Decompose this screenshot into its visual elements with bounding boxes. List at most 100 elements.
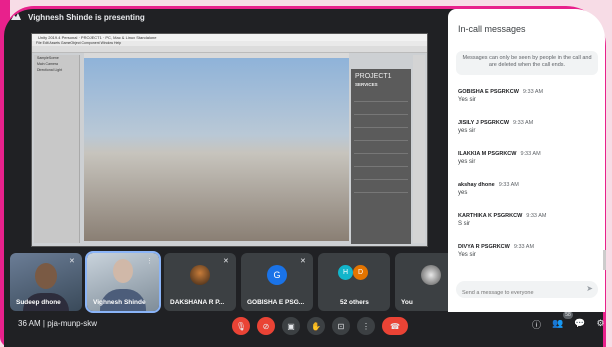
hierarchy-panel: SampleScene Main Camera Directional Ligh… [34,55,80,243]
meeting-time: 36 AM [18,319,41,328]
more-options-button[interactable]: ⋮ [357,317,375,335]
presenter-label: Vighnesh Shinde is presenting [28,12,145,22]
speaking-icon: ⋮ [146,258,153,265]
hierarchy-item: Directional Light [37,68,63,72]
service-row [354,170,408,180]
service-row [354,92,408,102]
service-row [354,144,408,154]
message-time: 9:33 AM [526,213,547,219]
services-panel: PROJECT1 SERVICES [351,69,411,244]
camera-off-icon: ⊘ [262,321,270,331]
chat-icon[interactable]: 💬 [574,318,585,331]
panel-title: PROJECT1 [355,73,392,80]
message-sender: GOBISHA E PSGRKCW [458,89,519,95]
chat-title: In-call messages [458,24,526,34]
others-tile[interactable]: H D 52 others [318,253,390,311]
mic-off-icon: ✕ [69,258,75,265]
message-header: ILAKKIA M PSGRKCW 9:33 AM [458,151,598,157]
participant-name: GOBISHA E PSG... [247,299,305,306]
raise-hand-button[interactable]: ✋ [307,317,325,335]
activities-icon[interactable]: ⚙ [596,318,604,331]
service-row [354,105,408,115]
avatar [190,265,210,285]
message-time: 9:33 AM [520,151,541,157]
message-header: GOBISHA E PSGRKCW 9:33 AM [458,89,598,95]
avatar [421,265,441,285]
captions-icon: ▣ [287,321,295,331]
hand-icon [11,13,21,20]
chat-scrollbar[interactable] [603,250,606,270]
service-row [354,118,408,128]
message-time: 9:33 AM [522,89,544,95]
chat-message: DIVYA R PSGRKCW 9:33 AM Yes sir [458,244,598,258]
participant-tile[interactable]: ✕ Sudeep dhone [10,253,82,311]
present-icon: ⊡ [337,321,345,331]
participant-tile[interactable]: G ✕ GOBISHA E PSG... [241,253,313,311]
message-sender: JISILY J PSGRKCW [458,120,510,126]
service-row [354,183,408,193]
scene-view [84,58,349,241]
chat-message: JISILY J PSGRKCW 9:33 AM yes sir [458,120,598,134]
message-text: Yes sir [458,252,476,258]
chat-message: ILAKKIA M PSGRKCW 9:33 AM yes sir [458,151,598,165]
mic-button[interactable]: 🎙 [232,317,250,335]
chat-notice: Messages can only be seen by people in t… [456,51,598,75]
message-header: JISILY J PSGRKCW 9:33 AM [458,120,598,126]
avatar: D [353,265,368,280]
message-sender: KARTHIKA K PSGRKCW [458,213,523,219]
mic-off-icon: ✕ [300,258,306,265]
shared-toolbar [32,46,427,53]
meeting-separator: | [42,319,45,328]
message-header: DIVYA R PSGRKCW 9:33 AM [458,244,598,250]
avatar: H [338,265,353,280]
shared-screen: Unity 2019.4 Personal · PROJECT1 · PC, M… [31,33,428,247]
participant-tile-presenter[interactable]: ⋮ Vighnesh Shinde [85,251,161,313]
message-text: Yes sir [458,97,476,103]
participant-video [113,259,133,283]
message-sender: ILAKKIA M PSGRKCW [458,151,517,157]
message-time: 9:33 AM [498,182,519,188]
service-row [354,131,408,141]
mic-off-icon: 🎙 [235,321,247,331]
end-call-button[interactable]: ☎ [382,317,408,335]
message-time: 9:33 AM [513,244,535,250]
shared-window-title: Unity 2019.4 Personal · PROJECT1 · PC, M… [32,34,427,41]
participant-name: You [401,299,413,306]
participant-name: 52 others [340,299,369,306]
message-text: yes sir [458,128,476,134]
participant-name: Sudeep dhone [16,299,61,306]
people-icon[interactable]: 👥 [552,318,563,331]
avatar-group: H D [338,265,368,280]
meeting-code: pja-munp-skw [47,319,98,328]
service-row [354,157,408,167]
more-vert-icon: ⋮ [362,321,370,331]
chat-panel: In-call messages Messages can only be se… [448,9,605,312]
inspector-strip [413,55,425,243]
present-button[interactable]: ⊡ [332,317,350,335]
message-header: akshay dhone 9:33 AM [458,182,598,188]
hand-icon: ✋ [311,321,321,331]
message-text: yes [458,190,468,196]
phone-hangup-icon: ☎ [390,321,400,331]
participant-video [35,263,57,289]
bottom-bar: 36 AM | pja-munp-skw 🎙 ⊘ ▣ ✋ ⊡ ⋮ ☎ 58 ⓘ … [10,311,606,341]
message-header: KARTHIKA K PSGRKCW 9:33 AM [458,213,598,219]
send-icon[interactable]: ➤ [586,284,593,293]
captions-button[interactable]: ▣ [282,317,300,335]
message-text: S sir [458,221,470,227]
side-controls: ⓘ 👥 💬 ⚙ [532,318,605,331]
chat-message: GOBISHA E PSGRKCW 9:33 AM Yes sir [458,89,598,103]
chat-input[interactable] [456,283,582,303]
message-sender: akshay dhone [458,182,495,188]
participant-name: DAKSHANA R P... [170,299,225,306]
participant-tile[interactable]: ✕ DAKSHANA R P... [164,253,236,311]
message-text: yes sir [458,159,476,165]
message-time: 9:33 AM [513,120,534,126]
info-icon[interactable]: ⓘ [532,318,541,331]
chat-message: akshay dhone 9:33 AM yes [458,182,598,196]
participant-strip: ✕ Sudeep dhone ⋮ Vighnesh Shinde ✕ DAKSH… [10,251,467,313]
camera-button[interactable]: ⊘ [257,317,275,335]
meeting-info: 36 AM | pja-munp-skw [18,319,97,328]
avatar: G [267,265,287,285]
presenter-banner: Vighnesh Shinde is presenting [10,6,430,28]
